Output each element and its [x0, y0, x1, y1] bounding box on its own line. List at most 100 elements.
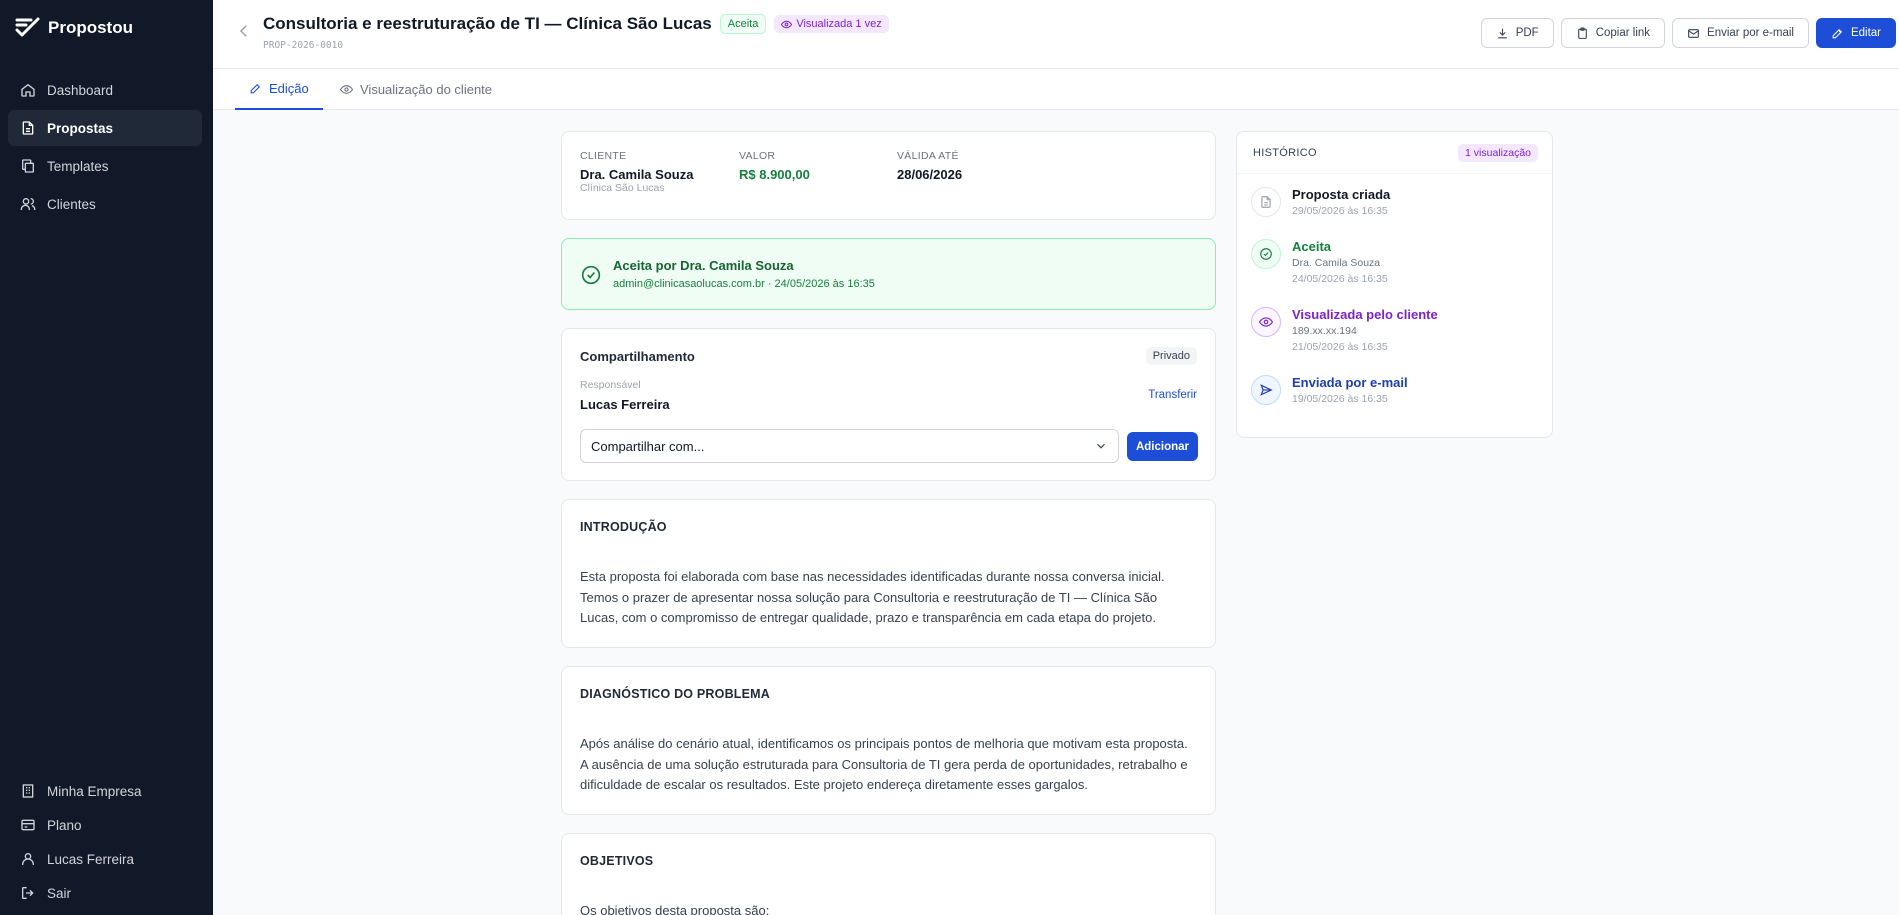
eye-icon [1259, 317, 1273, 327]
section-objetivos[interactable]: OBJETIVOS Os objetivos desta proposta sã… [561, 833, 1216, 915]
building-icon [22, 784, 34, 798]
file-icon [1261, 196, 1271, 208]
proposal-code: PROP-2026-0010 [263, 40, 344, 51]
user-icon [22, 853, 34, 865]
status-badge: Aceita [719, 14, 767, 34]
edit-icon [250, 83, 261, 94]
sidebar-item-plano[interactable]: Plano [8, 808, 202, 842]
acceptance-subtitle: admin@clinicasaolucas.com.br · 24/05/202… [613, 278, 875, 290]
header-actions: PDF Copiar link Enviar por e-mail Editar [1480, 18, 1896, 48]
logo-check-icon [15, 17, 40, 37]
sidebar-item-templates[interactable]: Templates [8, 148, 202, 184]
add-share-button[interactable]: Adicionar [1127, 432, 1198, 461]
sidebar-item-label: Clientes [47, 196, 96, 212]
validity-info: VÁLIDA ATÉ 28/06/2026 [897, 150, 962, 182]
page-title: Consultoria e reestruturação de TI — Clí… [263, 14, 712, 33]
transfer-link[interactable]: Transferir [1148, 389, 1197, 401]
page-header: Consultoria e reestruturação de TI — Clí… [213, 0, 1899, 69]
sidebar-item-label: Propostas [47, 120, 114, 136]
sidebar-item-propostas[interactable]: Propostas [8, 110, 202, 146]
event-detail: Dra. Camila Souza [1292, 257, 1381, 269]
tab-edicao[interactable]: Edição [235, 69, 323, 110]
copy-icon [22, 159, 34, 173]
section-body: Esta proposta foi elaborada com base nas… [580, 569, 1165, 625]
tab-bar: Edição Visualização do cliente [213, 69, 1899, 110]
check-circle-icon [581, 265, 601, 285]
section-title: INTRODUÇÃO [580, 520, 667, 534]
event-icon-wrap [1251, 239, 1281, 269]
sidebar-item-user[interactable]: Lucas Ferreira [8, 842, 202, 876]
event-date: 19/05/2026 às 16:35 [1292, 393, 1388, 405]
pdf-button[interactable]: PDF [1480, 18, 1554, 48]
event-title: Visualizada pelo cliente [1292, 307, 1438, 322]
tab-visualizacao[interactable]: Visualização do cliente [326, 69, 506, 110]
sidebar-bottom-nav: Minha Empresa Plano Lucas Ferreira Sair [8, 774, 202, 910]
views-badge-label: Visualizada 1 vez [796, 18, 882, 30]
owner-label: Responsável [580, 379, 641, 391]
credit-card-icon [21, 819, 35, 831]
sidebar-item-dashboard[interactable]: Dashboard [8, 72, 202, 108]
history-header: HISTÓRICO 1 visualização [1237, 132, 1552, 174]
edit-icon [1832, 28, 1843, 38]
document-icon [22, 121, 34, 135]
event-icon-wrap [1251, 307, 1281, 337]
history-card: HISTÓRICO 1 visualização Proposta criada… [1236, 131, 1553, 438]
tab-label: Edição [269, 81, 309, 96]
valid-until: 28/06/2026 [897, 167, 963, 182]
tab-label: Visualização do cliente [360, 82, 493, 97]
summary-card: CLIENTE Dra. Camila Souza Clínica São Lu… [561, 131, 1216, 220]
share-with-select[interactable]: Compartilhar com... [580, 429, 1119, 463]
download-icon [1497, 28, 1507, 38]
users-icon [20, 198, 36, 210]
clipboard-icon [1577, 27, 1587, 39]
event-icon-wrap [1251, 187, 1281, 217]
acceptance-banner: Aceita por Dra. Camila Souza admin@clini… [561, 238, 1216, 310]
sidebar-item-label: Templates [47, 158, 109, 174]
sidebar-item-label: Minha Empresa [47, 783, 142, 799]
chevron-down-icon [1097, 443, 1105, 449]
acceptance-title: Aceita por Dra. Camila Souza [613, 258, 794, 273]
email-button-label: Enviar por e-mail [1707, 27, 1794, 39]
event-title: Enviada por e-mail [1292, 375, 1408, 390]
eye-icon [781, 20, 793, 28]
views-badge: Visualizada 1 vez [774, 15, 889, 33]
section-introducao[interactable]: INTRODUÇÃO Esta proposta foi elaborada c… [561, 499, 1216, 648]
event-title: Proposta criada [1292, 187, 1391, 202]
section-diagnostico[interactable]: DIAGNÓSTICO DO PROBLEMA Após análise do … [561, 666, 1216, 815]
copy-link-button-label: Copiar link [1595, 27, 1651, 39]
client-info: CLIENTE Dra. Camila Souza Clínica São Lu… [580, 150, 693, 194]
sidebar-item-label: Dashboard [47, 82, 114, 98]
logout-icon [22, 887, 34, 899]
pdf-button-label: PDF [1515, 27, 1539, 39]
history-views-badge: 1 visualização [1458, 144, 1538, 162]
sidebar-nav: Dashboard Propostas Templates Clientes [8, 72, 202, 224]
sidebar-item-label: Lucas Ferreira [47, 851, 135, 867]
section-body: Os objetivos desta proposta são: [580, 903, 770, 915]
client-label: CLIENTE [580, 150, 627, 162]
event-icon-wrap [1251, 375, 1281, 405]
value-label: VALOR [739, 150, 776, 162]
event-detail: 189.xx.xx.194 [1292, 325, 1357, 337]
sidebar-item-sair[interactable]: Sair [8, 876, 202, 910]
event-date: 21/05/2026 às 16:35 [1292, 341, 1388, 353]
sidebar-item-label: Sair [47, 885, 72, 901]
sharing-title: Compartilhamento [580, 349, 695, 364]
privacy-badge: Privado [1145, 347, 1197, 365]
back-chevron-icon[interactable] [235, 22, 253, 40]
sharing-card: Compartilhamento Privado Responsável Luc… [561, 328, 1216, 481]
section-title: OBJETIVOS [580, 854, 654, 868]
event-date: 24/05/2026 às 16:35 [1292, 273, 1388, 285]
section-title: DIAGNÓSTICO DO PROBLEMA [580, 687, 771, 701]
client-company: Clínica São Lucas [580, 182, 665, 194]
app-logo[interactable]: Propostou [14, 16, 133, 40]
title-row: Consultoria e reestruturação de TI — Clí… [263, 14, 889, 34]
app-name: Propostou [48, 18, 133, 37]
sidebar-item-label: Plano [47, 817, 82, 833]
client-name: Dra. Camila Souza [580, 167, 694, 182]
copy-link-button[interactable]: Copiar link [1560, 18, 1666, 48]
value-info: VALOR R$ 8.900,00 [739, 150, 810, 182]
sidebar-item-clientes[interactable]: Clientes [8, 186, 202, 222]
email-button[interactable]: Enviar por e-mail [1672, 18, 1809, 48]
edit-button[interactable]: Editar [1815, 18, 1896, 48]
sidebar-item-minha-empresa[interactable]: Minha Empresa [8, 774, 202, 808]
